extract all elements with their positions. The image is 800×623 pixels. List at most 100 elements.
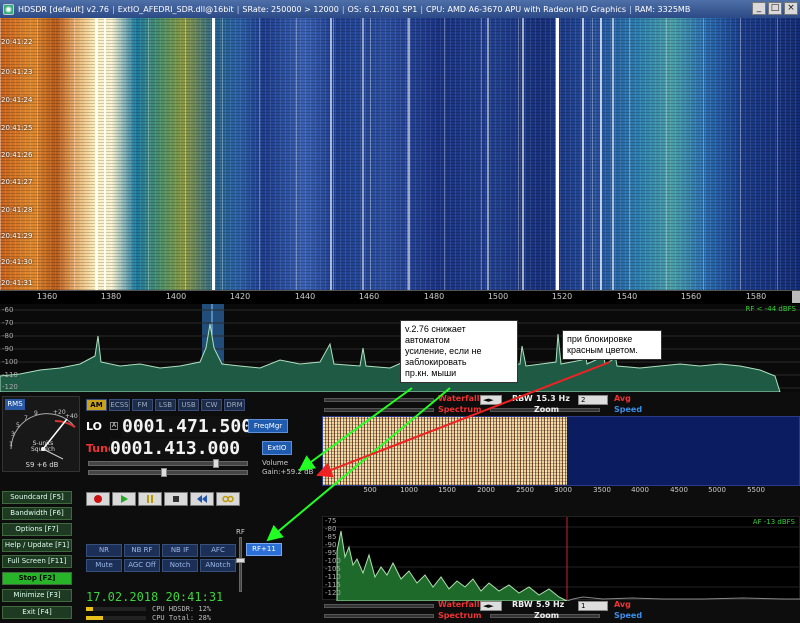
audio-db-tick: -100 (325, 557, 341, 565)
af-zoom-label: Zoom (534, 611, 560, 620)
mode-am-button[interactable]: AM (86, 399, 107, 411)
af-waterfall-slider[interactable] (324, 604, 434, 608)
stop-button[interactable]: Stop [F2] (2, 572, 72, 585)
time-label: 20:41:31 (1, 279, 33, 287)
annotation-auto-gain: v.2.76 снижает автоматом усиление, если … (400, 320, 518, 383)
rf-waterfall-slider[interactable] (324, 398, 434, 402)
maximize-window-button[interactable]: □ (768, 2, 782, 15)
af-speed-label: Speed (614, 611, 643, 620)
afc-button[interactable]: AFC (200, 544, 236, 557)
nr-button[interactable]: NR (86, 544, 122, 557)
mode-cw-button[interactable]: CW (201, 399, 222, 411)
stop-record-button[interactable] (164, 492, 188, 506)
anotch-button[interactable]: ANotch (200, 559, 236, 572)
close-window-button[interactable]: × (784, 2, 798, 15)
audio-db-tick: -90 (325, 541, 337, 549)
audio-waterfall[interactable] (322, 416, 800, 486)
rf-rbw-value: 15.3 Hz (536, 394, 570, 403)
record-button[interactable] (86, 492, 110, 506)
play-button[interactable] (112, 492, 136, 506)
af-rbw-value: 5.9 Hz (536, 600, 565, 609)
tune-label: Tune (86, 441, 116, 455)
smeter-scale: 3 (11, 431, 15, 438)
app-icon (3, 3, 14, 15)
time-label: 20:41:26 (1, 151, 33, 159)
s-meter[interactable]: RMS 1 3 5 7 9 +20 +40 S-units Squelch S9 … (2, 396, 80, 472)
loop-button[interactable] (216, 492, 240, 506)
minimize-button[interactable]: Minimize [F3] (2, 589, 72, 602)
gain-slider[interactable] (88, 468, 248, 477)
smeter-scale: 1 (9, 441, 13, 448)
tune-frequency-display[interactable]: 0001.413.000 (110, 437, 241, 459)
time-label: 20:41:23 (1, 68, 33, 76)
soundcard-button[interactable]: Soundcard [F5] (2, 491, 72, 504)
af-tick: 5000 (708, 486, 726, 494)
horizontal-scroll-thumb[interactable] (792, 291, 800, 303)
pause-button[interactable] (138, 492, 162, 506)
rf-avg-select[interactable]: 2 (578, 395, 608, 405)
rf-waterfall[interactable]: 20:41:22 20:41:23 20:41:24 20:41:25 20:4… (0, 18, 800, 290)
frequency-axis[interactable]: 1360 1380 1400 1420 1440 1460 1480 1500 … (0, 290, 800, 304)
volume-slider-knob[interactable] (213, 459, 219, 468)
notch-button[interactable]: Notch (162, 559, 198, 572)
annotation-lock-red: при блокировке красным цветом. (562, 330, 662, 360)
mode-lsb-button[interactable]: LSB (155, 399, 176, 411)
bandwidth-button[interactable]: Bandwidth [F6] (2, 507, 72, 520)
freq-tick: 1480 (423, 292, 445, 301)
time-label: 20:41:24 (1, 96, 33, 104)
help-update-button[interactable]: Help / Update [F1] (2, 539, 72, 552)
mute-button[interactable]: Mute (86, 559, 122, 572)
rf-waterfall-arrows[interactable]: ◄► (480, 395, 502, 405)
options-button[interactable]: Options [F7] (2, 523, 72, 536)
freq-tick: 1380 (100, 292, 122, 301)
rf-gain-button[interactable]: RF+11 (246, 543, 282, 556)
audio-db-tick: -120 (325, 589, 341, 597)
volume-gain-label: Volume Gain:+59.2 dB (262, 459, 314, 476)
freq-tick: 1360 (36, 292, 58, 301)
af-level-readout: AF -13 dBFS (752, 518, 795, 526)
freq-tick: 1520 (551, 292, 573, 301)
lo-frequency-display[interactable]: 0001.471.500 (122, 415, 253, 437)
freqmgr-button[interactable]: FreqMgr (248, 419, 288, 433)
title-bar: HDSDR [default] v2.76 | ExtIO_AFEDRI_SDR.… (0, 0, 800, 18)
freq-tick: 1500 (487, 292, 509, 301)
audio-db-tick: -110 (325, 573, 341, 581)
time-label: 20:41:22 (1, 38, 33, 46)
af-tick: 500 (363, 486, 377, 494)
gain-slider-knob[interactable] (161, 468, 167, 477)
extio-button[interactable]: ExtIO (262, 441, 292, 455)
mode-usb-button[interactable]: USB (178, 399, 199, 411)
smeter-scale: +40 (65, 413, 78, 420)
rewind-button[interactable] (190, 492, 214, 506)
volume-slider[interactable] (88, 459, 248, 468)
freq-tick: 1560 (680, 292, 702, 301)
audio-db-tick: -80 (325, 525, 337, 533)
minimize-window-button[interactable]: _ (752, 2, 766, 15)
rf-gain-slider[interactable] (236, 537, 245, 592)
full-screen-button[interactable]: Full Screen [F11] (2, 555, 72, 568)
date-time-display: 17.02.2018 20:41:31 (86, 590, 224, 604)
audio-spectrum[interactable]: -75 -80 -85 -90 -95 -100 -105 -110 -115 … (322, 516, 800, 602)
mode-ecss-button[interactable]: ECSS (109, 399, 130, 411)
tune-frequency-row: Tune 0001.413.000 (86, 437, 241, 459)
af-spectrum-slider[interactable] (324, 614, 434, 618)
lo-lock-box[interactable]: A (110, 422, 118, 430)
rf-display-controls: Waterfall Spectrum ◄► Zoom RBW 15.3 Hz 2… (322, 394, 800, 416)
rf-spectrum-slider[interactable] (324, 408, 434, 412)
control-panel: RMS 1 3 5 7 9 +20 +40 S-units Squelch S9 … (0, 392, 800, 623)
nb-if-button[interactable]: NB IF (162, 544, 198, 557)
mode-drm-button[interactable]: DRM (224, 399, 245, 411)
freq-tick: 1400 (165, 292, 187, 301)
time-label: 20:41:27 (1, 178, 33, 186)
nb-rf-button[interactable]: NB RF (124, 544, 160, 557)
af-avg-select[interactable]: 1 (578, 601, 608, 611)
db-tick: -80 (2, 332, 14, 340)
mode-fm-button[interactable]: FM (132, 399, 153, 411)
agc-off-button[interactable]: AGC Off (124, 559, 160, 572)
cpu-hdsdr-usage: CPU HDSDR: 12% (86, 605, 211, 613)
time-label: 20:41:29 (1, 232, 33, 240)
af-display-controls: Waterfall Spectrum ◄► Zoom RBW 5.9 Hz 1 … (322, 600, 800, 622)
af-waterfall-arrows[interactable]: ◄► (480, 601, 502, 611)
rf-gain-slider-knob[interactable] (236, 558, 245, 563)
exit-button[interactable]: Exit [F4] (2, 606, 72, 619)
